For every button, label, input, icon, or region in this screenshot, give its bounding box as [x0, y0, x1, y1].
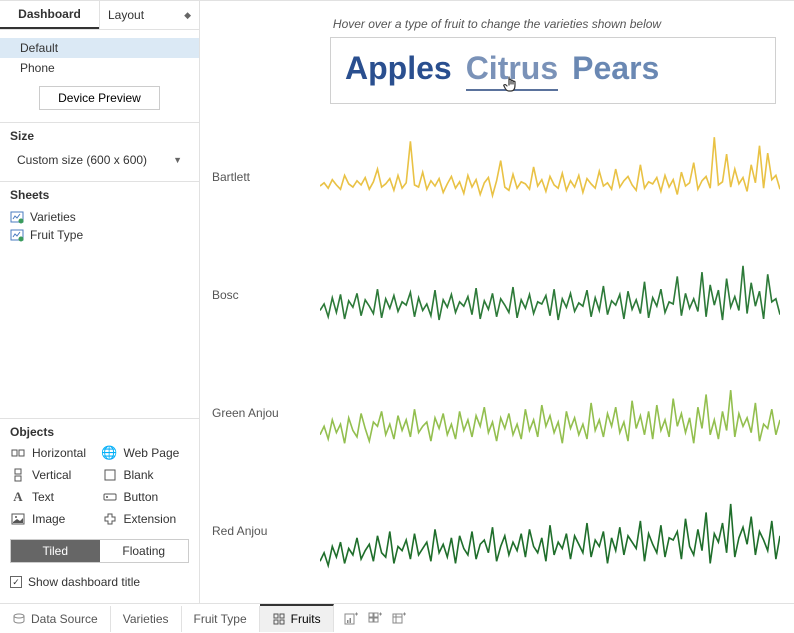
- tab-layout-label: Layout: [108, 8, 144, 22]
- pointer-cursor-icon: [503, 76, 521, 101]
- object-vertical[interactable]: Vertical: [10, 467, 98, 483]
- sidebar: Dashboard Layout ◆ Default Phone Device …: [0, 1, 200, 603]
- floating-button[interactable]: Floating: [100, 540, 189, 562]
- worksheet-icon: [10, 210, 24, 224]
- vertical-icon: [10, 467, 26, 483]
- chart-row: Bartlett: [200, 118, 780, 236]
- object-webpage[interactable]: 🌐 Web Page: [102, 445, 190, 461]
- device-default[interactable]: Default: [0, 38, 199, 58]
- object-image[interactable]: Image: [10, 511, 98, 527]
- tab-layout[interactable]: Layout ◆: [99, 1, 199, 29]
- fruit-apples[interactable]: Apples: [345, 50, 452, 87]
- sheet-label: Varieties: [30, 210, 76, 224]
- show-title-label: Show dashboard title: [28, 575, 140, 589]
- size-value: Custom size (600 x 600): [17, 153, 147, 167]
- button-icon: [102, 489, 118, 505]
- obj-label: Web Page: [124, 446, 180, 460]
- objects-section: Objects Horizontal 🌐 Web Page Vertical Bl…: [0, 418, 199, 603]
- tab-varieties[interactable]: Varieties: [111, 606, 182, 632]
- tab-fruits[interactable]: Fruits: [260, 604, 334, 632]
- obj-label: Button: [124, 490, 159, 504]
- tiled-button[interactable]: Tiled: [11, 540, 100, 562]
- obj-label: Image: [32, 512, 65, 526]
- extension-icon: [102, 511, 118, 527]
- obj-label: Text: [32, 490, 54, 504]
- object-extension[interactable]: Extension: [102, 511, 190, 527]
- bottom-tab-bar: Data Source Varieties Fruit Type Fruits: [0, 603, 794, 633]
- sparkline: [320, 472, 780, 590]
- size-select[interactable]: Custom size (600 x 600) ▼: [10, 149, 189, 171]
- objects-title: Objects: [10, 425, 189, 439]
- object-text[interactable]: A Text: [10, 489, 98, 505]
- obj-label: Extension: [124, 512, 177, 526]
- tab-label: Fruits: [291, 612, 321, 626]
- new-story-icon[interactable]: [392, 612, 406, 626]
- sheet-varieties[interactable]: Varieties: [10, 208, 189, 226]
- obj-label: Vertical: [32, 468, 71, 482]
- sparkline: [320, 354, 780, 472]
- device-phone[interactable]: Phone: [0, 58, 199, 78]
- chart-row-label: Red Anjou: [200, 524, 320, 538]
- blank-icon: [102, 467, 118, 483]
- chart-row: Red Anjou: [200, 472, 780, 590]
- chevron-down-icon: ▼: [173, 155, 182, 165]
- tile-float-toggle: Tiled Floating: [10, 539, 189, 563]
- text-icon: A: [10, 489, 26, 505]
- chart-row-label: Green Anjou: [200, 406, 320, 420]
- show-title-checkbox[interactable]: ✓ Show dashboard title: [10, 571, 189, 593]
- tab-fruit-type[interactable]: Fruit Type: [182, 606, 260, 632]
- checkbox-icon: ✓: [10, 576, 22, 588]
- dropdown-icon: ◆: [184, 10, 191, 21]
- fruit-type-sheet[interactable]: Apples Citrus Pears: [330, 37, 776, 104]
- new-dashboard-icon[interactable]: [368, 612, 382, 626]
- device-section: Default Phone Device Preview: [0, 30, 199, 123]
- chart-row-label: Bosc: [200, 288, 320, 302]
- hover-hint: Hover over a type of fruit to change the…: [200, 17, 794, 31]
- object-blank[interactable]: Blank: [102, 467, 190, 483]
- dashboard-canvas: Hover over a type of fruit to change the…: [200, 1, 794, 603]
- object-horizontal[interactable]: Horizontal: [10, 445, 98, 461]
- globe-icon: 🌐: [102, 445, 118, 461]
- sheets-title: Sheets: [10, 188, 189, 202]
- worksheet-icon: [10, 228, 24, 242]
- tab-label: Data Source: [31, 612, 98, 626]
- sparkline: [320, 118, 780, 236]
- datasource-icon: [12, 612, 26, 626]
- tab-dashboard[interactable]: Dashboard: [0, 1, 99, 29]
- sidebar-tabs: Dashboard Layout ◆: [0, 1, 199, 30]
- obj-label: Blank: [124, 468, 154, 482]
- image-icon: [10, 511, 26, 527]
- size-section: Size Custom size (600 x 600) ▼: [0, 123, 199, 182]
- device-preview-button[interactable]: Device Preview: [39, 86, 160, 110]
- fruit-citrus[interactable]: Citrus: [466, 50, 558, 91]
- dashboard-icon: [272, 612, 286, 626]
- object-button[interactable]: Button: [102, 489, 190, 505]
- sheet-fruit-type[interactable]: Fruit Type: [10, 226, 189, 244]
- chart-row: Bosc: [200, 236, 780, 354]
- size-title: Size: [10, 129, 189, 143]
- sparkline: [320, 236, 780, 354]
- obj-label: Horizontal: [32, 446, 86, 460]
- varieties-sheet[interactable]: Bartlett Bosc Green Anjou Red Anjou: [200, 118, 780, 590]
- chart-row-label: Bartlett: [200, 170, 320, 184]
- tab-data-source[interactable]: Data Source: [0, 606, 111, 632]
- chart-row: Green Anjou: [200, 354, 780, 472]
- sheet-label: Fruit Type: [30, 228, 83, 242]
- fruit-pears[interactable]: Pears: [572, 50, 659, 87]
- new-worksheet-icon[interactable]: [344, 612, 358, 626]
- horizontal-icon: [10, 445, 26, 461]
